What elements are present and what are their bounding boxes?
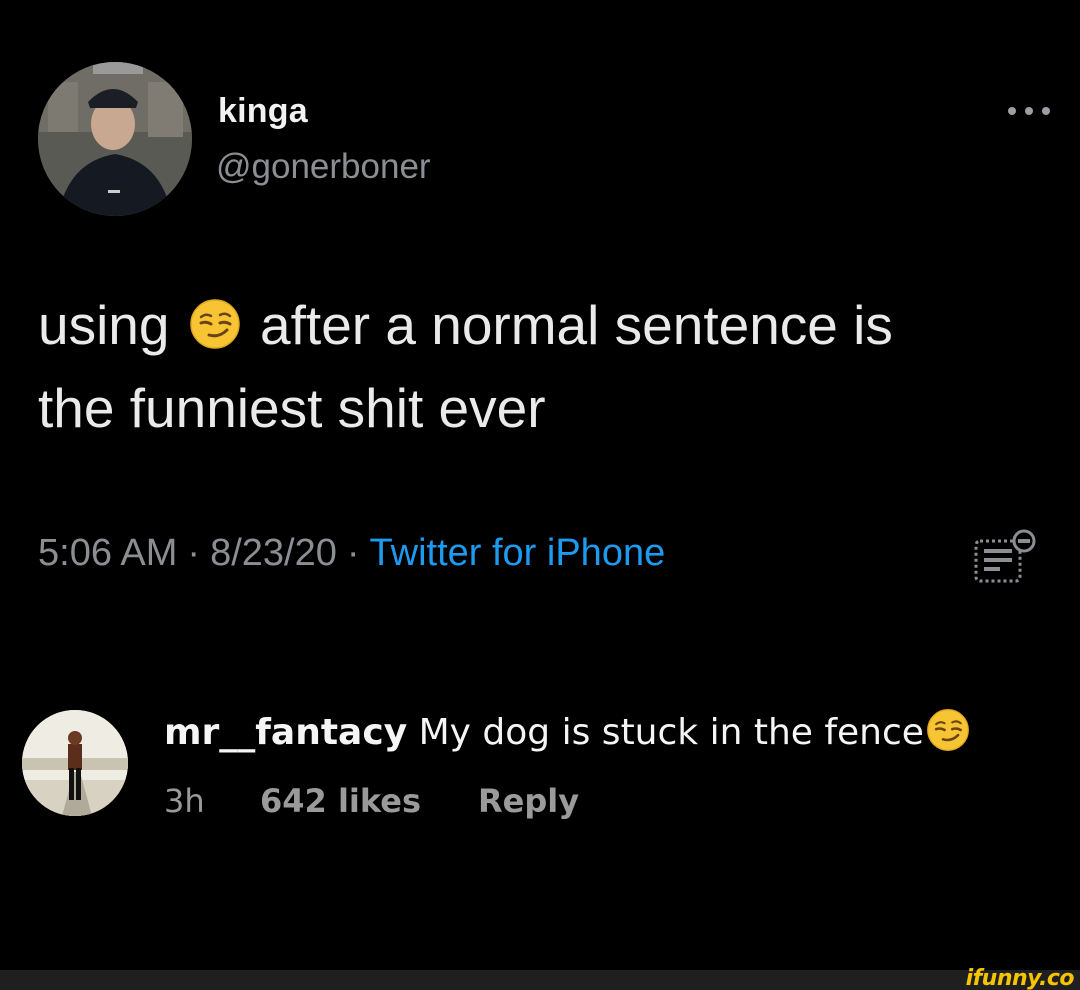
avatar[interactable] — [38, 62, 192, 216]
footer-bar — [0, 970, 1080, 990]
comment-meta: 3h 642 likes Reply — [164, 782, 579, 820]
comment-text: My dog is stuck in the fence — [418, 712, 924, 753]
watermark-logo: ifunny.co — [965, 966, 1075, 990]
tweet-text-part: the funniest shit ever — [38, 377, 546, 439]
user-handle[interactable]: @gonerboner — [216, 147, 431, 187]
tweet-text-part: using — [38, 294, 170, 356]
smirking-face-icon — [926, 708, 970, 752]
tweet-date: 8/23/20 — [210, 532, 337, 574]
tweet-text: using after a normal sentence is the fun… — [38, 284, 1048, 450]
more-horizontal-icon[interactable] — [1006, 103, 1052, 119]
display-name[interactable]: kinga — [218, 92, 308, 131]
analytics-icon[interactable] — [970, 527, 1038, 587]
tweet-meta: 5:06 AM · 8/23/20 · Twitter for iPhone — [38, 532, 665, 575]
meta-separator: · — [187, 532, 201, 574]
avatar-photo — [38, 62, 192, 216]
commenter-avatar-photo — [22, 710, 128, 816]
tweet-card: kinga @gonerboner using after a normal s… — [0, 0, 1080, 650]
meta-separator: · — [346, 532, 360, 574]
tweet-source-link[interactable]: Twitter for iPhone — [370, 532, 666, 574]
reply-button[interactable]: Reply — [478, 782, 579, 820]
tweet-text-part: after a normal sentence is — [260, 294, 893, 356]
comment-likes[interactable]: 642 likes — [260, 782, 478, 820]
comment-body: mr__fantacy My dog is stuck in the fence — [164, 708, 970, 753]
avatar[interactable] — [22, 710, 128, 816]
comment-time: 3h — [164, 782, 205, 820]
tweet-time: 5:06 AM — [38, 532, 178, 574]
smirking-face-icon — [189, 298, 241, 350]
comment-username[interactable]: mr__fantacy — [164, 712, 407, 753]
comment-item: mr__fantacy My dog is stuck in the fence… — [0, 650, 1080, 970]
